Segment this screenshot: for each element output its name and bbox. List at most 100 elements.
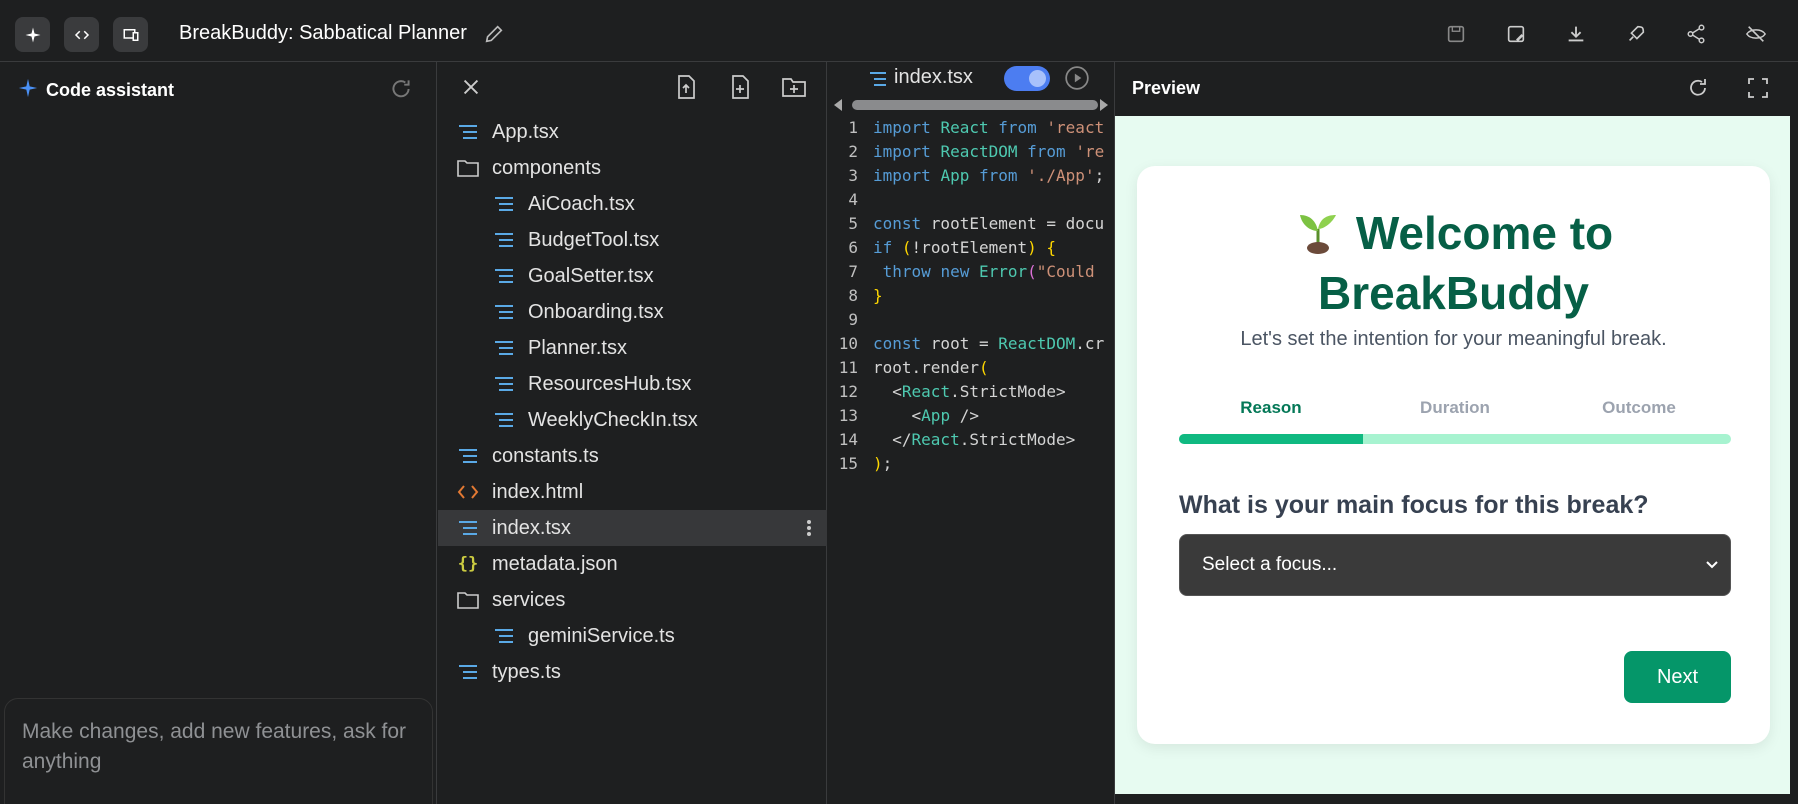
preview-toggle[interactable]: [1004, 66, 1050, 91]
code-token: React: [940, 118, 999, 137]
devices-icon[interactable]: [113, 17, 148, 52]
file-item[interactable]: GoalSetter.tsx: [438, 258, 827, 294]
preview-viewport: Welcome to BreakBuddy Let's set the inte…: [1115, 116, 1790, 794]
code-line[interactable]: }: [873, 286, 883, 305]
code-line[interactable]: const rootElement = docu: [873, 214, 1104, 233]
file-lines-icon: [493, 301, 515, 323]
code-token: !rootElement: [911, 238, 1028, 257]
refresh-icon[interactable]: [388, 76, 414, 102]
top-bar: BreakBuddy: Sabbatical Planner: [0, 0, 1798, 62]
code-line[interactable]: const root = ReactDOM.cr: [873, 334, 1104, 353]
file-item[interactable]: Planner.tsx: [438, 330, 827, 366]
sparkle-icon[interactable]: [15, 17, 50, 52]
step-label: Reason: [1240, 398, 1302, 417]
download-icon[interactable]: [1564, 22, 1588, 46]
file-item[interactable]: {} metadata.json: [438, 546, 827, 582]
scroll-right-icon[interactable]: [1098, 98, 1110, 117]
code-token: root =: [930, 334, 999, 353]
code-token: from: [1027, 142, 1076, 161]
code-token: (: [1027, 262, 1037, 281]
code-token: import: [873, 118, 941, 137]
line-number: 11: [838, 358, 858, 377]
file-item[interactable]: Onboarding.tsx: [438, 294, 827, 330]
line-number: 14: [838, 430, 858, 449]
file-item[interactable]: ResourcesHub.tsx: [438, 366, 827, 402]
new-file-icon[interactable]: [728, 74, 752, 105]
welcome-line-2: BreakBuddy: [1318, 267, 1589, 319]
code-line[interactable]: import ReactDOM from 're: [873, 142, 1104, 161]
file-name: index.html: [492, 480, 584, 503]
file-item[interactable]: types.ts: [438, 654, 827, 690]
file-item[interactable]: BudgetTool.tsx: [438, 222, 827, 258]
next-button[interactable]: Next: [1624, 651, 1731, 703]
focus-select[interactable]: Select a focus...: [1179, 534, 1731, 596]
new-folder-icon[interactable]: [781, 75, 807, 104]
folder-item[interactable]: components: [438, 150, 827, 186]
line-number: 15: [838, 454, 858, 473]
line-number: 10: [838, 334, 858, 353]
deploy-rocket-icon[interactable]: [1624, 22, 1648, 46]
app-title: BreakBuddy: Sabbatical Planner: [179, 22, 467, 44]
line-number: 8: [848, 286, 858, 305]
file-item[interactable]: App.tsx: [438, 114, 827, 150]
save-as-icon[interactable]: [1504, 22, 1528, 46]
prompt-placeholder: Make changes, add new features, ask for …: [22, 720, 407, 773]
code-token: (: [901, 238, 912, 257]
file-item[interactable]: index.html: [438, 474, 827, 510]
line-number: 5: [848, 214, 858, 233]
code-icon[interactable]: [64, 17, 99, 52]
file-item[interactable]: geminiService.ts: [438, 618, 827, 654]
code-line[interactable]: </React.StrictMode>: [873, 430, 1075, 449]
save-icon[interactable]: [1444, 22, 1468, 46]
code-token: React: [911, 430, 960, 449]
editor-tab-name[interactable]: index.tsx: [894, 66, 973, 89]
html-code-icon: [457, 481, 479, 503]
file-tree-panel: App.tsx components AiCoach.tsx BudgetTool.t…: [438, 62, 827, 804]
file-item[interactable]: AiCoach.tsx: [438, 186, 827, 222]
code-line[interactable]: import React from 'react: [873, 118, 1104, 137]
line-number: 1: [848, 118, 858, 137]
code-line[interactable]: <App />: [873, 406, 979, 425]
code-line[interactable]: <React.StrictMode>: [873, 382, 1065, 401]
code-token: React: [901, 382, 951, 401]
reload-icon[interactable]: [1686, 76, 1710, 105]
horizontal-scrollbar[interactable]: [852, 100, 1098, 110]
assistant-title: Code assistant: [46, 80, 175, 100]
file-name: WeeklyCheckIn.tsx: [528, 408, 698, 431]
file-tree-toolbar: [438, 62, 827, 114]
code-token: import: [873, 142, 941, 161]
share-icon[interactable]: [1684, 22, 1708, 46]
code-token: ;: [882, 454, 893, 473]
file-name: App.tsx: [492, 120, 559, 143]
progress-fill: [1179, 434, 1363, 444]
hide-icon[interactable]: [1744, 22, 1768, 46]
welcome-heading: Welcome to BreakBuddy: [1137, 206, 1770, 320]
code-token: if: [873, 238, 902, 257]
step-label: Outcome: [1602, 398, 1676, 417]
file-item[interactable]: index.tsx: [438, 510, 827, 546]
file-item[interactable]: WeeklyCheckIn.tsx: [438, 402, 827, 438]
file-item[interactable]: constants.ts: [438, 438, 827, 474]
fullscreen-icon[interactable]: [1746, 76, 1770, 105]
edit-pencil-icon[interactable]: [482, 22, 506, 46]
folder-icon: [457, 589, 479, 611]
code-line[interactable]: root.render(: [873, 358, 989, 377]
code-line[interactable]: import App from './App';: [873, 166, 1114, 185]
more-vertical-icon[interactable]: [806, 519, 812, 542]
upload-file-icon[interactable]: [674, 74, 698, 105]
scroll-left-icon[interactable]: [832, 98, 844, 117]
code-line[interactable]: );: [873, 454, 892, 473]
code-line[interactable]: throw new Error("Could: [873, 262, 1095, 281]
folder-item[interactable]: services: [438, 582, 827, 618]
line-number: 7: [848, 262, 858, 281]
prompt-input[interactable]: Make changes, add new features, ask for …: [4, 698, 433, 804]
run-icon[interactable]: [1064, 65, 1090, 96]
onboarding-card: Welcome to BreakBuddy Let's set the inte…: [1137, 166, 1770, 744]
close-icon[interactable]: [460, 76, 482, 103]
code-line[interactable]: if (!rootElement) {: [873, 238, 1056, 257]
file-name: services: [492, 588, 566, 611]
file-name: types.ts: [492, 660, 561, 683]
code-editor: index.tsx 1 import React from 'react 2 impo…: [828, 62, 1114, 804]
